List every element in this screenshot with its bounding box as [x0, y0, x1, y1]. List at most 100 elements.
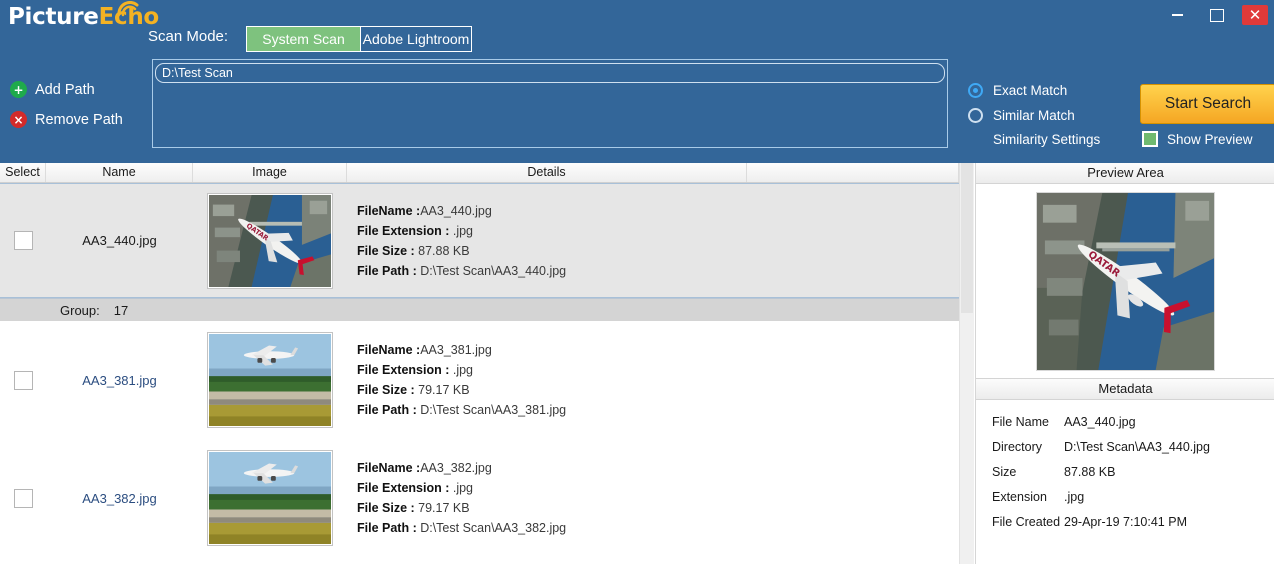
- list-scrollbar-thumb[interactable]: [961, 163, 973, 313]
- preview-image[interactable]: QATAR: [1036, 191, 1215, 371]
- scan-mode-label: Scan Mode:: [148, 28, 229, 45]
- close-icon[interactable]: ✕: [1242, 5, 1268, 25]
- metadata-row-file-name: File Name AA3_440.jpg: [992, 409, 1274, 434]
- column-header-name[interactable]: Name: [46, 163, 193, 182]
- group-separator: Group: 17: [0, 298, 959, 321]
- row-details: FileName :AA3_382.jpg File Extension : .…: [347, 458, 959, 538]
- detail-extension-value: .jpg: [452, 223, 474, 238]
- detail-path: File Path : D:\Test Scan\AA3_440.jpg: [357, 261, 959, 281]
- row-details: FileName :AA3_381.jpg File Extension : .…: [347, 340, 959, 420]
- preview-area-title: Preview Area: [976, 163, 1274, 184]
- row-details: FileName :AA3_440.jpg File Extension : .…: [347, 201, 959, 281]
- detail-path-value: D:\Test Scan\AA3_440.jpg: [420, 263, 567, 278]
- row-checkbox[interactable]: [13, 370, 33, 390]
- metadata-value: D:\Test Scan\AA3_440.jpg: [1064, 439, 1210, 454]
- detail-extension: File Extension : .jpg: [357, 478, 959, 498]
- metadata-key: Size: [992, 464, 1017, 479]
- metadata-value: .jpg: [1064, 489, 1085, 504]
- plus-icon: +: [10, 81, 27, 98]
- detail-filename-label: FileName :: [357, 461, 421, 475]
- detail-filename-label: FileName :: [357, 203, 421, 218]
- row-thumbnail[interactable]: QATAR: [207, 192, 333, 289]
- column-header-details[interactable]: Details: [347, 163, 747, 182]
- column-header-extra[interactable]: [747, 163, 959, 182]
- detail-path-value: D:\Test Scan\AA3_382.jpg: [420, 521, 567, 535]
- scan-mode-tabs: System Scan Adobe Lightroom: [246, 26, 472, 52]
- detail-filename-label: FileName :: [357, 343, 421, 357]
- detail-filename-value: AA3_381.jpg: [420, 343, 492, 357]
- detail-extension: File Extension : .jpg: [357, 360, 959, 380]
- detail-extension-label: File Extension :: [357, 223, 453, 238]
- detail-extension: File Extension : .jpg: [357, 221, 959, 241]
- table-row[interactable]: AA3_381.jpg FileName:AA3_381.jpg File E…: [0, 321, 959, 439]
- landing-plane-image: [209, 334, 331, 426]
- detail-size-value: 79.17 KB: [418, 383, 470, 397]
- qatar-aerial-image: QATAR: [1037, 192, 1214, 370]
- minimize-icon[interactable]: [1162, 4, 1192, 26]
- table-row[interactable]: AA3_440.jpg QATAR FileName:AA3_440.jpg …: [0, 183, 959, 298]
- radio-similar-match[interactable]: Similar Match: [968, 103, 1100, 128]
- maximize-icon[interactable]: [1202, 4, 1232, 26]
- show-preview-checkbox[interactable]: [1142, 131, 1158, 147]
- detail-path-value: D:\Test Scan\AA3_381.jpg: [420, 403, 567, 417]
- metadata-key: File Name: [992, 414, 1049, 429]
- row-name[interactable]: AA3_440.jpg: [46, 233, 193, 248]
- remove-path-label: Remove Path: [35, 111, 123, 128]
- remove-path-button[interactable]: × Remove Path: [10, 111, 123, 128]
- add-path-label: Add Path: [35, 81, 95, 98]
- tab-adobe-lightroom[interactable]: Adobe Lightroom: [360, 26, 472, 52]
- column-header-select[interactable]: Select: [0, 163, 46, 182]
- row-name[interactable]: AA3_381.jpg: [46, 373, 193, 388]
- add-path-button[interactable]: + Add Path: [10, 81, 95, 98]
- column-header-image[interactable]: Image: [193, 163, 347, 182]
- path-list[interactable]: D:\Test Scan: [152, 59, 948, 148]
- detail-path-label: File Path :: [357, 263, 421, 278]
- detail-size-value: 79.17 KB: [418, 501, 470, 515]
- radio-exact-match[interactable]: Exact Match: [968, 78, 1100, 103]
- metadata-row-file-created: File Created 29-Apr-19 7:10:41 PM: [992, 509, 1274, 534]
- list-scrollbar[interactable]: [959, 163, 974, 564]
- tab-system-scan[interactable]: System Scan: [246, 26, 360, 52]
- metadata-key: File Created: [992, 514, 1061, 529]
- detail-path-label: File Path :: [357, 403, 421, 417]
- detail-size: File Size : 79.17 KB: [357, 498, 959, 518]
- row-thumbnail[interactable]: [207, 450, 333, 546]
- detail-path-label: File Path :: [357, 521, 421, 535]
- qatar-aerial-image: QATAR: [209, 194, 331, 287]
- detail-filename: FileName :AA3_382.jpg: [357, 458, 959, 478]
- wifi-arc-icon: [117, 1, 139, 17]
- row-select-cell: [0, 370, 46, 390]
- detail-filename: FileName :AA3_381.jpg: [357, 340, 959, 360]
- start-search-button[interactable]: Start Search: [1140, 84, 1274, 124]
- row-checkbox[interactable]: [13, 488, 33, 508]
- radio-exact-match-indicator: [968, 83, 983, 98]
- metadata-key: Extension: [992, 489, 1047, 504]
- row-name[interactable]: AA3_382.jpg: [46, 491, 193, 506]
- row-select-cell: [0, 231, 46, 250]
- table-row[interactable]: AA3_382.jpg FileName:AA3_382.jpg File E…: [0, 439, 959, 557]
- detail-extension-label: File Extension :: [357, 481, 453, 495]
- detail-size-value: 87.88 KB: [418, 243, 470, 258]
- metadata-list: File Name AA3_440.jpg Directory D:\Test …: [976, 400, 1274, 534]
- landing-plane-image: [209, 452, 331, 544]
- preview-panel: Preview Area QATAR Metadata File Name AA…: [975, 163, 1274, 564]
- metadata-title: Metadata: [976, 378, 1274, 400]
- path-list-item[interactable]: D:\Test Scan: [155, 63, 945, 83]
- group-label: Group:: [60, 302, 100, 318]
- row-image-cell: [193, 450, 347, 546]
- metadata-row-size: Size 87.88 KB: [992, 459, 1274, 484]
- duplicates-list: Select Name Image Details AA3_440.jpg QA…: [0, 163, 959, 564]
- show-preview-label: Show Preview: [1167, 131, 1253, 147]
- group-count: 17: [113, 302, 129, 318]
- app-header: PictureEcho ✕ Scan Mode: System Scan Ado…: [0, 0, 1274, 163]
- row-thumbnail[interactable]: [207, 332, 333, 428]
- cross-icon: ×: [10, 111, 27, 128]
- row-checkbox[interactable]: [13, 231, 33, 250]
- similarity-settings-link[interactable]: Similarity Settings: [993, 132, 1100, 147]
- radio-similar-match-indicator: [968, 108, 983, 123]
- detail-filename-value: AA3_440.jpg: [420, 203, 492, 218]
- detail-size-label: File Size :: [357, 383, 419, 397]
- metadata-value: AA3_440.jpg: [1064, 414, 1136, 429]
- detail-path: File Path : D:\Test Scan\AA3_381.jpg: [357, 400, 959, 420]
- show-preview-toggle[interactable]: Show Preview: [1142, 131, 1253, 147]
